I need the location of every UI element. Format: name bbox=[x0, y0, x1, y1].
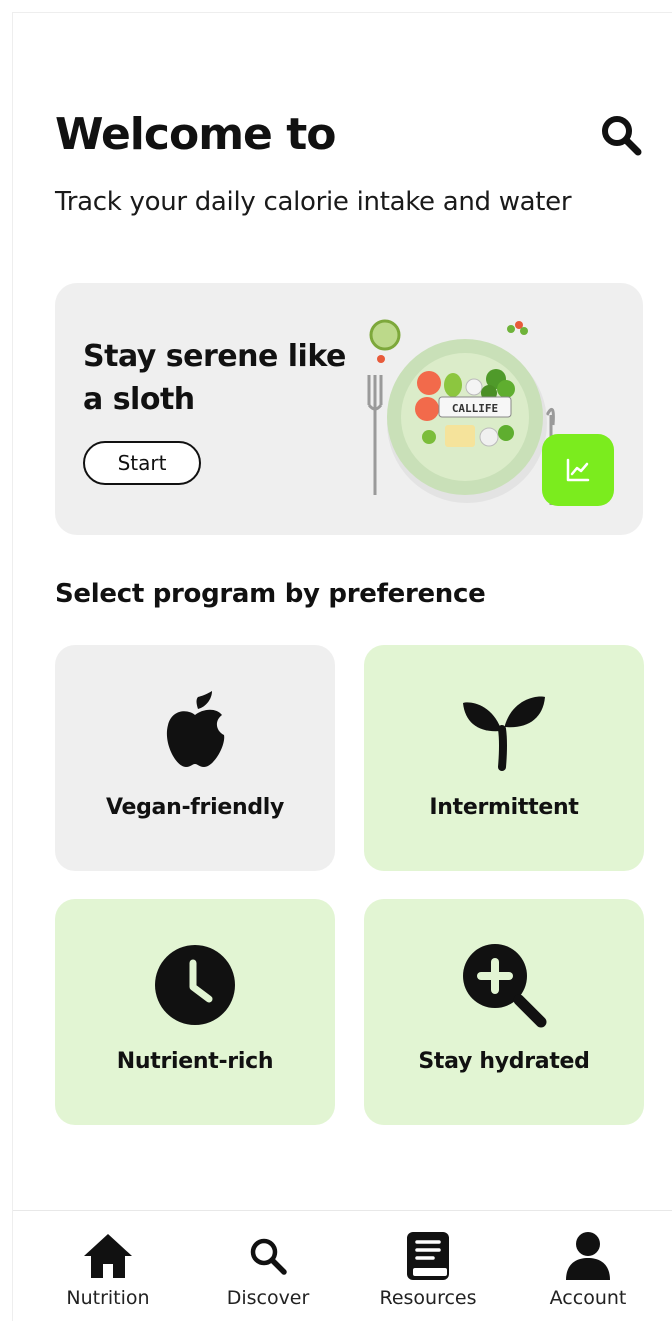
nav-label: Resources bbox=[379, 1287, 477, 1309]
chart-line-icon bbox=[566, 458, 590, 482]
program-card-nutrient-rich[interactable]: Nutrient-rich bbox=[55, 899, 335, 1125]
program-label: Nutrient-rich bbox=[116, 1049, 274, 1074]
program-card-stay-hydrated[interactable]: Stay hydrated bbox=[364, 899, 644, 1125]
search-button[interactable] bbox=[597, 111, 645, 159]
bottom-navigation: Nutrition Discover Resources Account bbox=[13, 1210, 672, 1322]
program-label: Intermittent bbox=[429, 795, 579, 820]
user-icon bbox=[566, 1232, 610, 1280]
search-icon bbox=[250, 1238, 287, 1275]
plate-label: CALLIFE bbox=[452, 402, 498, 415]
app-screen: Welcome to Track your daily calorie inta… bbox=[12, 12, 672, 1322]
meal-plate-illustration: CALLIFE bbox=[367, 319, 555, 505]
nav-item-discover[interactable]: Discover bbox=[188, 1229, 348, 1317]
hero-title: Stay serene like a sloth bbox=[83, 339, 346, 417]
nav-label: Account bbox=[549, 1287, 627, 1309]
program-card-vegan-friendly[interactable]: Vegan-friendly bbox=[55, 645, 335, 871]
progress-chart-button[interactable] bbox=[542, 434, 614, 506]
search-icon bbox=[602, 116, 642, 156]
program-label: Stay hydrated bbox=[418, 1049, 590, 1074]
clock-icon bbox=[155, 945, 235, 1025]
nav-label: Nutrition bbox=[66, 1287, 150, 1309]
program-label: Vegan-friendly bbox=[105, 795, 285, 820]
page-subtitle: Track your daily calorie intake and wate… bbox=[55, 187, 572, 217]
header: Welcome to bbox=[55, 105, 645, 165]
nav-label: Discover bbox=[226, 1287, 310, 1309]
nav-item-nutrition[interactable]: Nutrition bbox=[28, 1229, 188, 1317]
program-card-intermittent[interactable]: Intermittent bbox=[364, 645, 644, 871]
hero-card: Stay serene like a sloth Start CALLIFE bbox=[55, 283, 643, 535]
apple-icon bbox=[166, 691, 225, 767]
zoom-in-icon bbox=[463, 944, 547, 1028]
home-icon bbox=[84, 1234, 132, 1278]
section-title: Select program by preference bbox=[55, 579, 486, 609]
book-icon bbox=[407, 1232, 449, 1280]
nav-item-account[interactable]: Account bbox=[508, 1229, 668, 1317]
sprout-icon bbox=[463, 696, 545, 771]
nav-item-resources[interactable]: Resources bbox=[348, 1229, 508, 1317]
start-button[interactable]: Start bbox=[83, 441, 201, 485]
page-title: Welcome to bbox=[55, 109, 336, 160]
